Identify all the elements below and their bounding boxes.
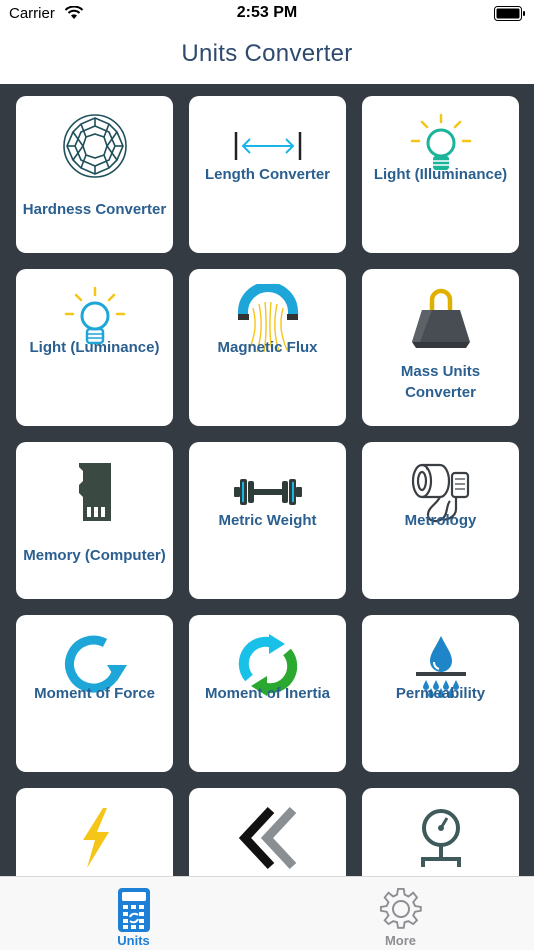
status-bar: Carrier 2:53 PM	[0, 0, 534, 28]
tile-metrology[interactable]: Metrology	[362, 442, 519, 599]
tab-label: Units	[117, 933, 150, 948]
tile-label: Hardness Converter	[22, 200, 167, 218]
tile-moment-of-inertia[interactable]: Moment of Inertia	[189, 615, 346, 772]
pressure-gauge-icon	[362, 798, 519, 876]
tile-label: Light (Luminance)	[29, 338, 160, 356]
tile-double-chevron[interactable]	[189, 788, 346, 876]
tile-label: Memory (Computer)	[23, 546, 166, 564]
sd-card-icon	[16, 452, 173, 532]
tile-label: Moment of Force	[34, 684, 155, 702]
tab-bar: Units More	[0, 876, 534, 950]
tile-label: Mass Units Converter	[400, 363, 481, 401]
tile-metric-weight[interactable]: Metric Weight	[189, 442, 346, 599]
page-title: Units Converter	[181, 40, 353, 67]
clock-label: 2:53 PM	[236, 4, 298, 21]
tile-light-luminance[interactable]: Light (Luminance)	[16, 269, 173, 426]
tile-label: Metric Weight	[218, 511, 317, 529]
gear-icon	[267, 887, 534, 933]
tile-light-illuminance[interactable]: Light (Illuminance)	[362, 96, 519, 253]
calculator-icon	[0, 887, 267, 933]
tile-permeability[interactable]: Permeability	[362, 615, 519, 772]
double-chevron-left-icon	[189, 798, 346, 876]
tile-label: Magnetic Flux	[217, 338, 318, 356]
tile-length-converter[interactable]: Length Converter	[189, 96, 346, 253]
tile-label: Permeability	[395, 684, 486, 702]
tile-label: Light (Illuminance)	[373, 165, 508, 183]
tile-label: Metrology	[404, 511, 477, 529]
navigation-bar: Units Converter	[0, 28, 534, 84]
converter-grid[interactable]: Hardness Converter Length Converter Ligh…	[0, 84, 534, 876]
tile-moment-of-force[interactable]: Moment of Force	[16, 615, 173, 772]
tile-memory-computer[interactable]: Memory (Computer)	[16, 442, 173, 599]
diamond-icon	[16, 106, 173, 186]
tile-pressure[interactable]	[362, 788, 519, 876]
tab-more[interactable]: More	[267, 877, 534, 950]
tile-magnetic-flux[interactable]: Magnetic Flux	[189, 269, 346, 426]
tile-label: Moment of Inertia	[204, 684, 330, 702]
tab-label: More	[384, 933, 417, 948]
lightning-icon	[16, 798, 173, 876]
tab-units[interactable]: Units	[0, 877, 267, 950]
battery-icon	[494, 6, 526, 26]
tile-mass-units-converter[interactable]: Mass Units Converter	[362, 269, 519, 426]
tile-label: Length Converter	[204, 165, 330, 183]
tile-hardness-converter[interactable]: Hardness Converter	[16, 96, 173, 253]
tile-electricity[interactable]	[16, 788, 173, 876]
weight-icon	[362, 279, 519, 359]
